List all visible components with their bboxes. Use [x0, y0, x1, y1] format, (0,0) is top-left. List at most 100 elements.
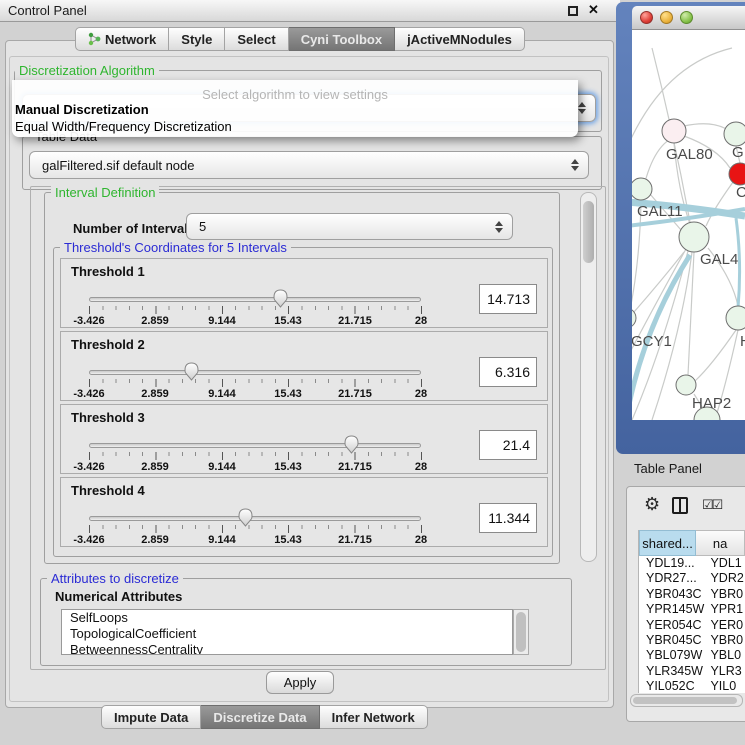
tab-network[interactable]: Network [75, 27, 169, 51]
table-row[interactable]: YBR045CYBR0 [639, 633, 745, 648]
table-panel-title: Table Panel [634, 461, 702, 476]
threshold-1-label: Threshold 1 [71, 264, 145, 279]
gear-icon[interactable]: ⚙ [644, 494, 660, 515]
list-item[interactable]: SelfLoops [62, 610, 512, 626]
slider-tick-labels: -3.426 2.859 9.144 15.43 21.715 28 [89, 534, 421, 546]
column-header-shared-name[interactable]: shared... [639, 530, 696, 556]
node-circle[interactable] [632, 178, 652, 200]
network-icon [88, 32, 101, 46]
node-circle[interactable] [726, 306, 745, 330]
attributes-list-scrollbar-thumb[interactable] [516, 612, 526, 652]
bottom-tab-bar: Impute Data Discretize Data Infer Networ… [101, 705, 428, 729]
table-row[interactable]: YER054CYER0 [639, 618, 745, 633]
table-data-combobox-value: galFiltered.sif default node [42, 158, 570, 173]
table-row[interactable]: YLR345WYLR3 [639, 664, 745, 679]
tab-style[interactable]: Style [169, 27, 225, 51]
threshold-2-slider-thumb[interactable] [184, 362, 199, 381]
zoom-traffic-light-icon[interactable] [680, 11, 693, 24]
column-header-name[interactable]: na [696, 530, 745, 556]
columns-icon[interactable] [672, 497, 688, 514]
apply-button[interactable]: Apply [266, 671, 334, 694]
node-circle-hap2[interactable] [676, 375, 696, 395]
threshold-3-slider-track[interactable] [89, 443, 421, 448]
threshold-4-label: Threshold 4 [71, 483, 145, 498]
interval-definition-group-title: Interval Definition [51, 185, 159, 200]
algorithm-placeholder-text: Select algorithm to view settings [12, 80, 578, 101]
slider-tick-labels: -3.426 2.859 9.144 15.43 21.715 28 [89, 388, 421, 400]
threshold-4-value-field[interactable] [479, 503, 537, 533]
table-row[interactable]: YPR145WYPR1 [639, 602, 745, 617]
tab-cyni-toolbox[interactable]: Cyni Toolbox [289, 27, 395, 51]
top-tab-bar: Network Style Select Cyni Toolbox jActiv… [75, 27, 525, 51]
threshold-1-value-field[interactable] [479, 284, 537, 314]
thresholds-group-title: Threshold's Coordinates for 5 Intervals [60, 240, 291, 255]
control-panel-title: Control Panel [8, 3, 87, 18]
tab-jactivemnodules[interactable]: jActiveMNodules [395, 27, 525, 51]
number-of-intervals-combobox[interactable]: 5 [186, 213, 513, 240]
list-item[interactable]: BetweennessCentrality [62, 642, 512, 655]
tab-infer-network[interactable]: Infer Network [320, 705, 428, 729]
slider-tick-labels: -3.426 2.859 9.144 15.43 21.715 28 [89, 461, 421, 473]
minimize-traffic-light-icon[interactable] [660, 11, 673, 24]
node-circle-pink[interactable] [662, 119, 686, 143]
attributes-group-title: Attributes to discretize [47, 571, 183, 586]
table-row[interactable]: YBR043CYBR0 [639, 587, 745, 602]
node-label-gcy1: GCY1 [632, 333, 672, 350]
float-window-icon[interactable] [568, 6, 578, 16]
combo-arrows-icon [570, 159, 579, 171]
slider-major-ticks [89, 525, 423, 533]
tab-select[interactable]: Select [225, 27, 288, 51]
attributes-list-scrollbar[interactable] [513, 609, 529, 655]
numerical-attributes-label: Numerical Attributes [55, 589, 182, 604]
slider-tick-labels: -3.426 2.859 9.144 15.43 21.715 28 [89, 315, 421, 327]
node-label-gal11: GAL11 [637, 203, 683, 220]
threshold-3-value-field[interactable] [479, 430, 537, 460]
interval-scrollbar[interactable] [580, 192, 597, 562]
node-label-g: G. [732, 144, 745, 161]
list-item[interactable]: TopologicalCoefficient [62, 626, 512, 642]
node-circle[interactable] [724, 122, 745, 146]
interval-scrollbar-thumb[interactable] [583, 201, 594, 263]
combo-arrows-icon [494, 221, 503, 233]
table-horizontal-scrollbar[interactable] [630, 694, 743, 707]
close-icon[interactable]: ✕ [588, 2, 599, 18]
threshold-1-panel: Threshold 1 -3.426 2.859 9.144 15.43 21.… [60, 258, 548, 328]
network-view-canvas[interactable]: GAL80 G. C GAL11 GAL4 GCY1 H HAP2 [632, 30, 745, 420]
tab-discretize-data[interactable]: Discretize Data [201, 705, 319, 729]
algorithm-dropdown-popup: Select algorithm to view settings Manual… [12, 80, 578, 137]
threshold-1-slider-thumb[interactable] [273, 289, 288, 308]
table-data-combobox[interactable]: galFiltered.sif default node [29, 151, 589, 179]
threshold-4-slider-track[interactable] [89, 516, 421, 521]
slider-major-ticks [89, 452, 423, 460]
threshold-3-label: Threshold 3 [71, 410, 145, 425]
threshold-3-slider-thumb[interactable] [344, 435, 359, 454]
combo-arrows-icon [577, 102, 586, 114]
table-row[interactable]: YIL052CYIL0 [639, 679, 745, 693]
node-label-gal80: GAL80 [666, 146, 713, 163]
threshold-rows: Threshold 1 -3.426 2.859 9.144 15.43 21.… [60, 258, 548, 550]
node-circle-red-selected[interactable] [729, 163, 745, 185]
select-columns-icon[interactable]: ☑☑ [702, 497, 721, 513]
table-row[interactable]: YDR27...YDR2 [639, 571, 745, 586]
threshold-2-value-field[interactable] [479, 357, 537, 387]
threshold-1-slider-track[interactable] [89, 297, 421, 302]
number-of-intervals-value: 5 [199, 219, 494, 234]
tab-impute-data[interactable]: Impute Data [101, 705, 201, 729]
threshold-2-slider-track[interactable] [89, 370, 421, 375]
node-label-h: H [740, 333, 745, 350]
numerical-attributes-list[interactable]: SelfLoops TopologicalCoefficient Between… [61, 609, 513, 655]
control-panel-titlebar: Control Panel [0, 0, 620, 22]
table-row[interactable]: YDL19...YDL1 [639, 556, 745, 571]
dropdown-option-manual-discretization[interactable]: Manual Discretization [12, 101, 578, 118]
close-traffic-light-icon[interactable] [640, 11, 653, 24]
table-horizontal-scrollbar-thumb[interactable] [633, 697, 737, 704]
tab-network-label: Network [105, 32, 156, 47]
threshold-2-panel: Threshold 2 -3.426 2.859 9.144 15.43 21.… [60, 331, 548, 401]
slider-major-ticks [89, 306, 423, 314]
node-label-hap2: HAP2 [692, 395, 731, 412]
network-graph: GAL80 G. C GAL11 GAL4 GCY1 H HAP2 [632, 30, 745, 420]
table-row[interactable]: YBL079WYBL0 [639, 648, 745, 663]
node-circle-gal4[interactable] [679, 222, 709, 252]
threshold-4-slider-thumb[interactable] [238, 508, 253, 527]
dropdown-option-equal-width-frequency[interactable]: Equal Width/Frequency Discretization [12, 118, 578, 135]
